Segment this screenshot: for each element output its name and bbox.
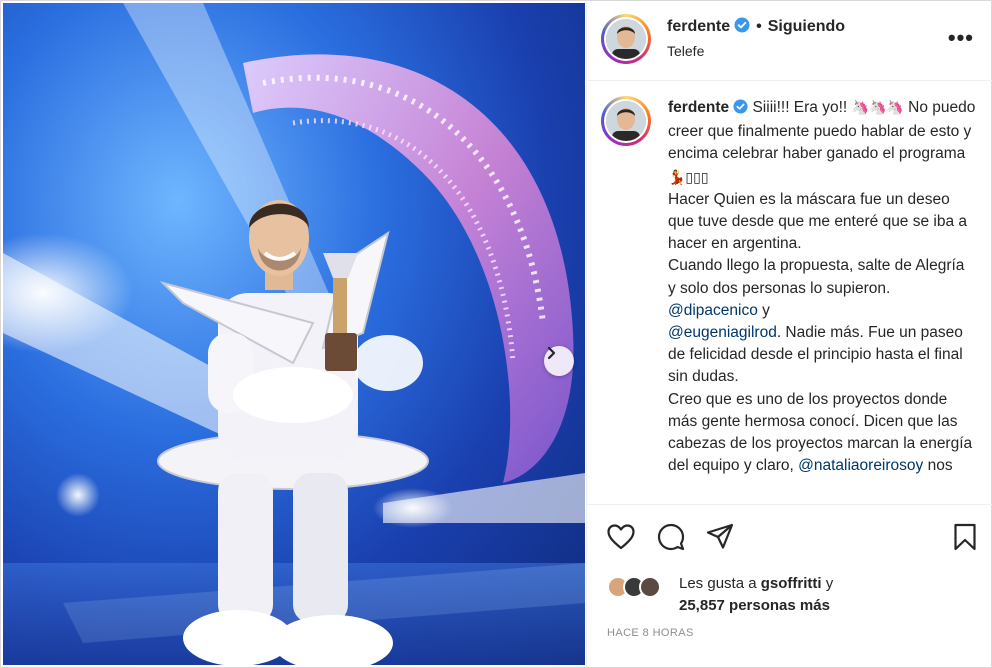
more-options-icon[interactable]: ••• <box>948 25 974 51</box>
caption-conjunction: y <box>762 301 770 319</box>
post-side-panel: ferdente • Siguiendo Telefe ••• ferdente… <box>586 3 992 667</box>
post-header: ferdente • Siguiendo Telefe ••• <box>587 3 992 81</box>
verified-badge-icon <box>733 99 748 121</box>
mention-link[interactable]: @dipacenico <box>668 302 758 319</box>
liker-avatar <box>639 576 661 598</box>
likes-prefix: Les gusta a <box>679 575 757 592</box>
likes-conjunction: y <box>825 575 834 592</box>
header-separator: • <box>756 18 762 35</box>
heart-icon <box>607 524 635 550</box>
save-icon <box>954 523 976 551</box>
unicorn-emoji: 🦄🦄🦄 <box>851 99 904 115</box>
post-action-bar <box>587 515 992 561</box>
caption-line-3: Hacer Quien es la máscara fue un deseo q… <box>668 190 968 253</box>
share-button[interactable] <box>704 521 736 553</box>
caption-line-4: Cuando llego la propuesta, salte de Aleg… <box>668 257 965 297</box>
caption-author-avatar[interactable] <box>601 96 651 146</box>
mention-link[interactable]: @eugeniagilrod <box>668 324 777 341</box>
like-button[interactable] <box>605 521 637 553</box>
caption-tail: nos <box>927 457 953 475</box>
follow-status-button[interactable]: Siguiendo <box>768 18 845 35</box>
likes-text: Les gusta a gsoffritti y 25,857 personas… <box>679 573 833 617</box>
caption-text: ferdente Siiii!!! Era yo!! 🦄🦄🦄 No puedo … <box>668 96 976 477</box>
likes-count-link[interactable]: 25,857 personas más <box>679 597 830 614</box>
author-avatar[interactable] <box>601 14 651 64</box>
likes-summary: Les gusta a gsoffritti y 25,857 personas… <box>607 571 977 619</box>
caption-scroll-area[interactable]: ferdente Siiii!!! Era yo!! 🦄🦄🦄 No puedo … <box>587 82 992 505</box>
post-photo[interactable] <box>3 3 585 665</box>
stage-illustration <box>3 3 585 665</box>
caption-username[interactable]: ferdente <box>668 99 729 116</box>
verified-badge-icon <box>734 17 750 38</box>
avatar-portrait <box>606 19 646 59</box>
carousel-next-button[interactable] <box>544 346 574 376</box>
avatar-portrait <box>606 101 646 141</box>
comment-icon <box>657 523 685 551</box>
author-username[interactable]: ferdente <box>667 18 730 35</box>
save-button[interactable] <box>949 521 981 553</box>
post-timestamp[interactable]: HACE 8 HORAS <box>607 627 694 639</box>
liker-username[interactable]: gsoffritti <box>761 575 822 592</box>
caption-line-1: Siiii!!! Era yo!! <box>752 99 848 116</box>
chevron-right-icon <box>547 346 556 360</box>
instagram-post-window: ferdente • Siguiendo Telefe ••• ferdente… <box>0 0 992 668</box>
header-title-line: ferdente • Siguiendo <box>667 17 845 38</box>
comment-button[interactable] <box>655 521 687 553</box>
dancer-emoji: 💃▯▯▯ <box>668 168 709 185</box>
mention-link[interactable]: @nataliaoreirosoy <box>798 457 923 474</box>
share-icon <box>706 523 734 549</box>
post-location[interactable]: Telefe <box>667 43 704 59</box>
